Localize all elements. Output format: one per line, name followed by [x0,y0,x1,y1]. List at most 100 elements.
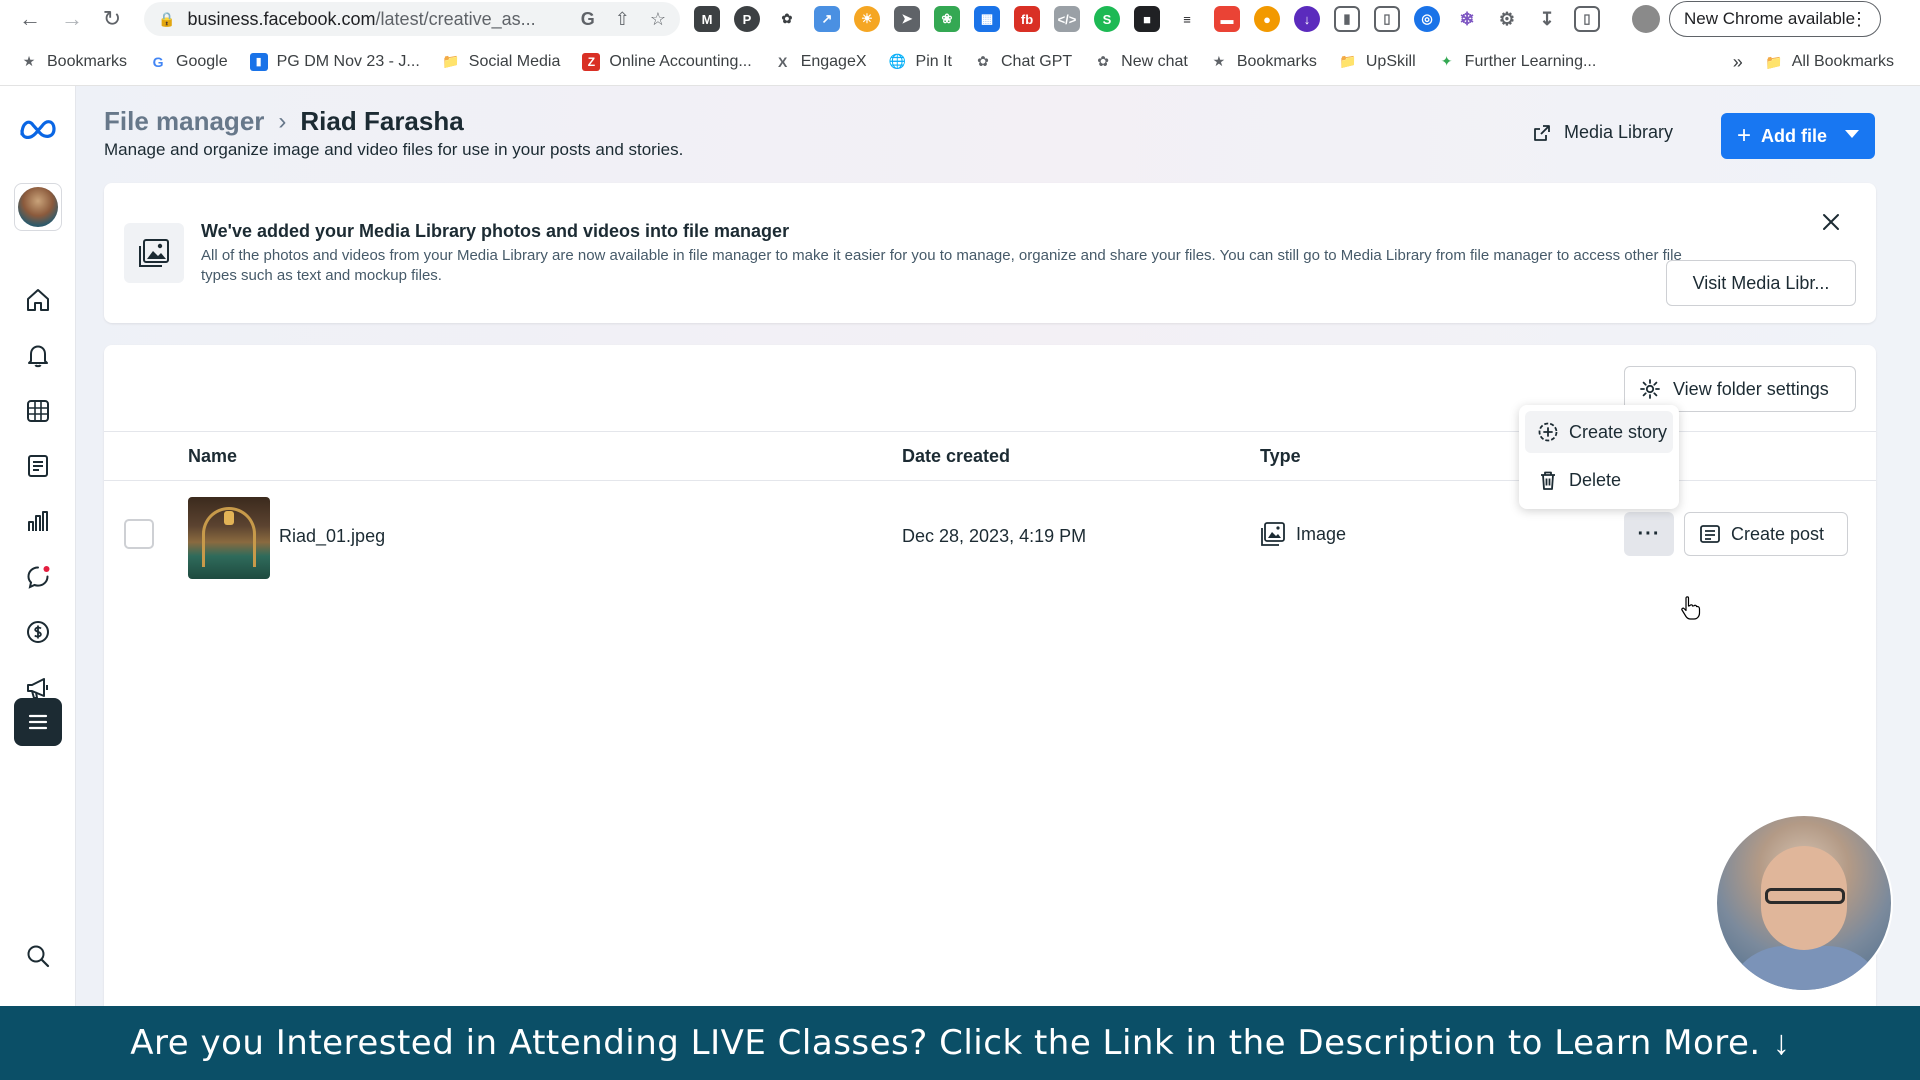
google-lens-icon[interactable]: G [581,9,595,30]
notifications-bell-icon[interactable] [14,331,62,379]
extension-analytics-icon[interactable]: ↗ [814,6,840,32]
profile-avatar[interactable] [1632,5,1660,33]
extension-gmail-icon[interactable]: M [694,6,720,32]
bookmark-label: Bookmarks [1236,52,1317,70]
chatgpt-icon: ✿ [1097,53,1109,69]
bookmark-item[interactable]: ✿ Chat GPT [974,53,1072,71]
post-icon [1700,525,1720,543]
add-file-button[interactable]: + Add file [1721,113,1875,159]
menu-item-create-story[interactable]: Create story [1525,411,1673,453]
search-icon[interactable] [14,932,62,980]
extension-square-icon[interactable]: ■ [1134,6,1160,32]
meta-logo-icon[interactable] [14,108,62,148]
bookmark-item[interactable]: G Google [149,53,228,71]
file-name[interactable]: Riad_01.jpeg [279,526,385,547]
breadcrumb: File manager › Riad Farasha [104,106,464,137]
bookmark-item[interactable]: ✿ New chat [1094,53,1188,71]
file-thumbnail[interactable] [188,497,270,579]
star-icon: ★ [22,53,36,69]
bookmark-item[interactable]: ✦ Further Learning... [1438,53,1597,71]
breadcrumb-file-manager-link[interactable]: File manager [104,106,264,137]
menu-hamburger-icon[interactable] [14,698,62,746]
extension-sun-icon[interactable]: ☀ [854,6,880,32]
extension-snowflake-icon[interactable]: ❄ [1454,6,1480,32]
new-chrome-available-button[interactable]: New Chrome available ⋮ [1669,1,1881,37]
media-library-link[interactable]: Media Library [1532,122,1673,143]
extension-red-icon[interactable]: ▬ [1214,6,1240,32]
column-header-type[interactable]: Type [1260,446,1301,467]
promo-text: Are you Interested in Attending LIVE Cla… [130,1023,1761,1063]
add-file-label: Add file [1761,125,1828,146]
kebab-menu-icon[interactable]: ⋮ [1850,9,1868,30]
close-icon[interactable] [1818,209,1844,235]
extension-coin-icon[interactable]: ● [1254,6,1280,32]
bookmark-folder[interactable]: 📁 Social Media [442,52,561,71]
extension-puzzle-icon[interactable]: ➤ [894,6,920,32]
bookmark-item[interactable]: ▮ PG DM Nov 23 - J... [249,52,420,71]
extension-grid-icon[interactable]: ▦ [974,6,1000,32]
bookmark-item[interactable]: X EngageX [774,53,867,71]
hand-pointer-cursor-icon [1681,596,1701,620]
x-icon: X [778,53,788,70]
zoho-icon: Z [582,52,601,71]
extension-target-icon[interactable]: ◎ [1414,6,1440,32]
home-icon[interactable] [14,276,62,324]
caret-down-icon[interactable] [1845,130,1859,138]
extension-fb-icon[interactable]: fb [1014,6,1040,32]
all-bookmarks-folder[interactable]: 📁 All Bookmarks [1765,53,1894,71]
reload-icon[interactable]: ↻ [92,0,132,38]
bookmark-label: Chat GPT [1001,52,1073,70]
back-icon[interactable]: ← [10,0,50,38]
webcam-presenter-video [1715,814,1893,992]
star-icon[interactable]: ☆ [650,9,666,30]
media-library-notice: We've added your Media Library photos an… [104,183,1876,323]
bookmark-item[interactable]: 🌐 Pin It [889,53,952,71]
puzzle-icon: ✦ [1440,53,1453,69]
bookmark-item[interactable]: ★ Bookmarks [20,53,127,71]
extension-s-icon[interactable]: S [1094,6,1120,32]
url-host: business.facebook.com [187,8,376,29]
downloads-icon[interactable]: ↧ [1534,6,1560,32]
inbox-chat-icon[interactable] [14,553,62,601]
column-header-date-created[interactable]: Date created [902,446,1010,467]
bookmark-label: Pin It [915,52,952,70]
monetization-dollar-icon[interactable] [14,608,62,656]
forward-icon[interactable]: → [52,0,92,38]
extension-layers-icon[interactable]: ≡ [1174,6,1200,32]
extension-leaf-icon[interactable]: ❀ [934,6,960,32]
chatgpt-icon: ✿ [977,53,989,69]
menu-item-delete[interactable]: Delete [1525,459,1673,501]
bookmarks-bar: ★ Bookmarks G Google ▮ PG DM Nov 23 - J... … [0,38,1920,86]
create-post-label: Create post [1731,523,1825,544]
more-options-button[interactable]: ··· [1624,512,1674,556]
bookmark-folder[interactable]: 📁 UpSkill [1339,53,1416,71]
insights-bar-chart-icon[interactable] [14,497,62,545]
extension-pinterest-icon[interactable]: P [734,6,760,32]
chevron-right-icon: › [278,107,287,135]
bookmark-label: Google [176,52,228,70]
bookmark-item[interactable]: Z Online Accounting... [582,52,752,71]
share-icon[interactable]: ⇧ [615,9,630,30]
more-options-menu: Create story Delete [1519,405,1679,509]
bookmark-label: Social Media [468,52,561,70]
row-checkbox[interactable] [124,519,154,549]
bookmark-label: PG DM Nov 23 - J... [276,52,420,70]
visit-media-library-button[interactable]: Visit Media Libr... [1666,260,1856,306]
side-panel-icon[interactable]: ▯ [1574,6,1600,32]
address-bar[interactable]: 🔒 business.facebook.com/latest/creative_… [144,2,680,36]
extension-panel-icon[interactable]: ▮ [1334,6,1360,32]
column-header-name[interactable]: Name [188,446,237,467]
bookmark-item[interactable]: ★ Bookmarks [1210,53,1317,71]
business-avatar[interactable] [14,183,62,231]
url-text: business.facebook.com/latest/creative_as… [187,9,535,30]
page-title: Riad Farasha [300,106,464,136]
content-posts-icon[interactable] [14,442,62,490]
extension-code-icon[interactable]: </> [1054,6,1080,32]
all-tools-grid-icon[interactable] [14,387,62,435]
extensions-puzzle-icon[interactable]: ⚙ [1494,6,1520,32]
extension-download-circle-icon[interactable]: ↓ [1294,6,1320,32]
create-post-button[interactable]: Create post [1684,512,1848,556]
extension-reader-icon[interactable]: ▯ [1374,6,1400,32]
bookmarks-overflow-button[interactable]: » [1733,52,1743,73]
extension-chatgpt-icon[interactable]: ✿ [774,6,800,32]
